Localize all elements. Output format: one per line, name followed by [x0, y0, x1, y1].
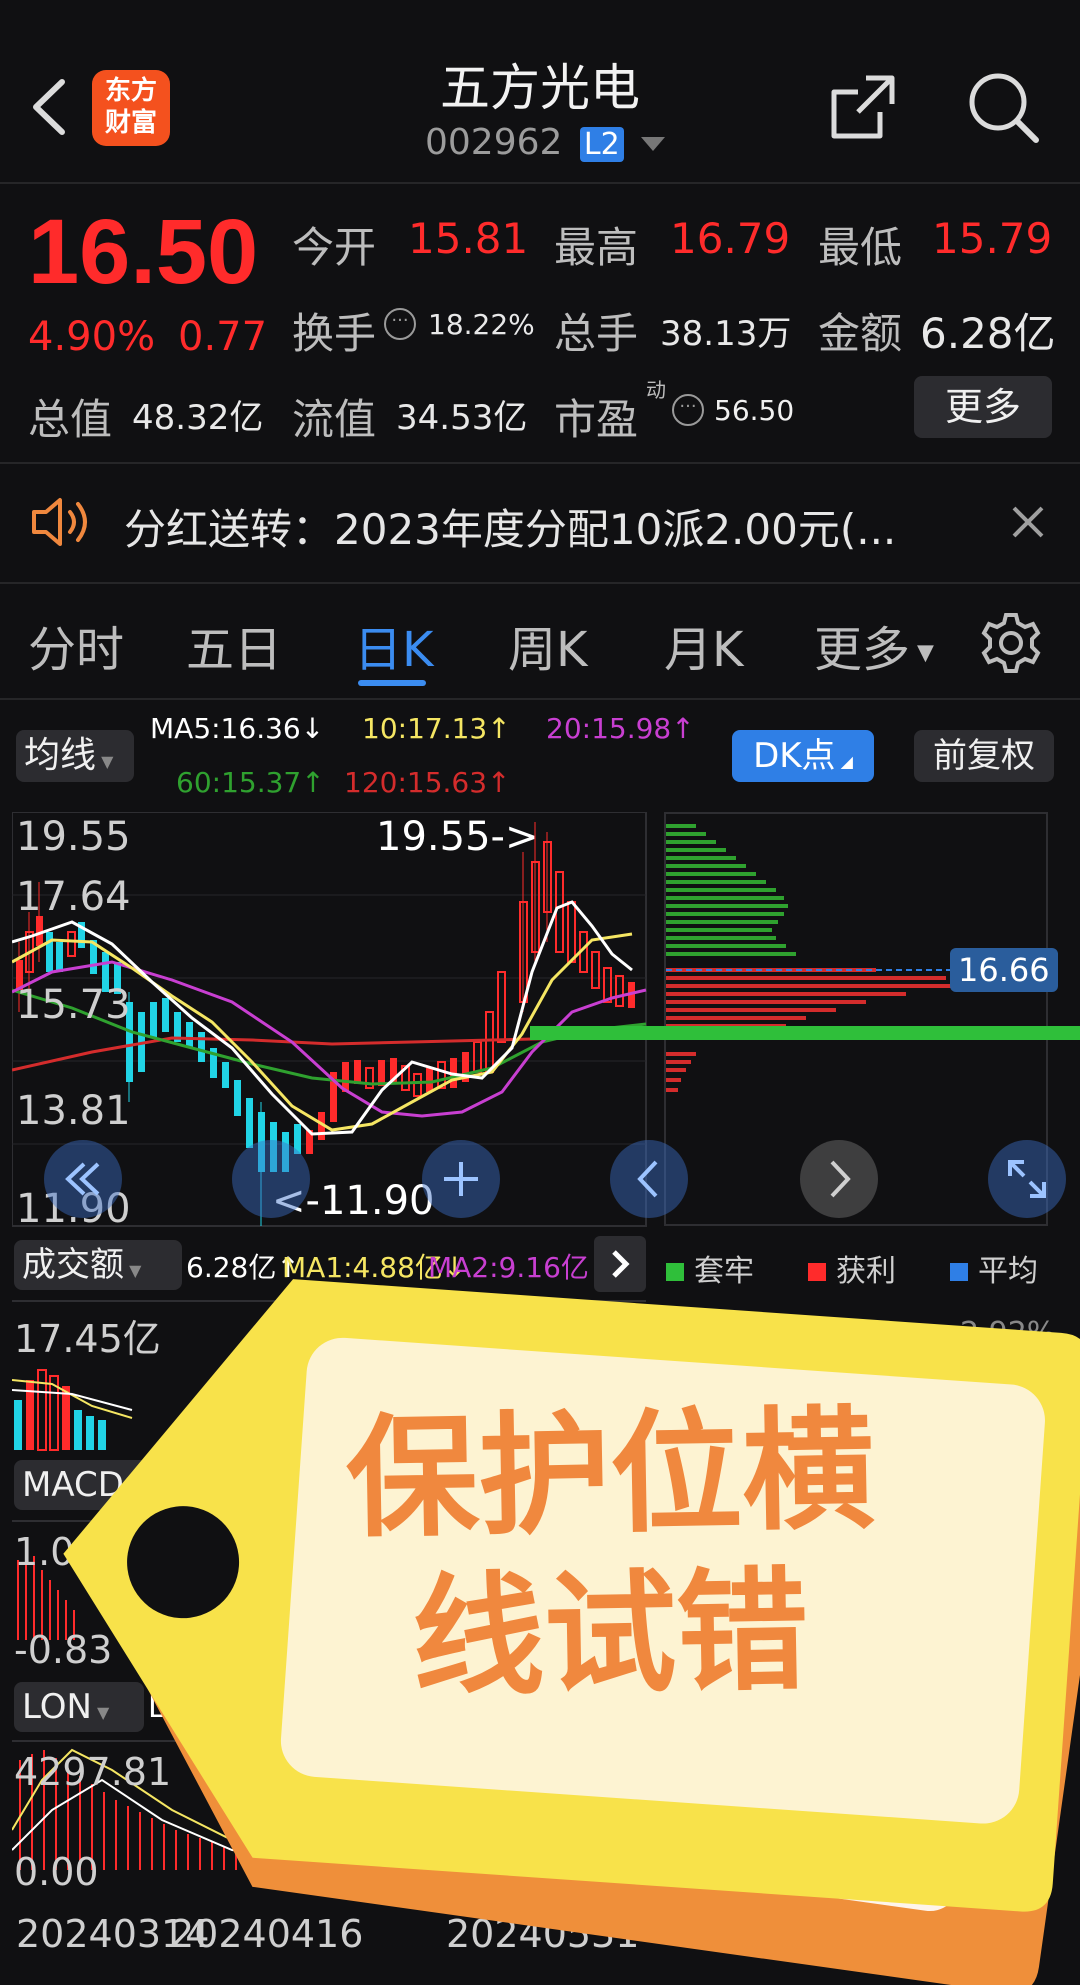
- pe-value: 56.50: [714, 394, 795, 427]
- change-percent: 4.90%: [28, 314, 156, 360]
- chevron-right-icon[interactable]: [800, 1140, 878, 1218]
- level-badge: L2: [579, 127, 624, 162]
- zoom-in-icon[interactable]: [422, 1140, 500, 1218]
- search-icon[interactable]: [966, 70, 1042, 146]
- tab-more[interactable]: 更多 ▼: [814, 610, 934, 680]
- high-label: 最高: [554, 223, 639, 272]
- support-line: [530, 1026, 1080, 1040]
- active-tab-indicator: [358, 680, 426, 686]
- more-button[interactable]: 更多: [914, 376, 1052, 438]
- indicator-select-label: 均线: [24, 735, 97, 776]
- last-price: 16.50: [28, 201, 259, 303]
- ma10-legend: 10:17.13↑: [362, 712, 511, 745]
- y-label-4: 13.81: [16, 1088, 131, 1134]
- float-cap-value: 34.53亿: [396, 398, 528, 438]
- amount-label: 金额: [818, 309, 903, 358]
- high-marker: 19.55->: [376, 814, 539, 860]
- ma60-legend: 60:15.37↑: [176, 766, 325, 799]
- float-cap-label: 流值: [292, 395, 377, 444]
- tab-daily-k[interactable]: 日K: [354, 610, 433, 680]
- ma20-legend: 20:15.98↑: [546, 712, 695, 745]
- info-dots-icon[interactable]: ···: [672, 394, 704, 426]
- high-value: 16.79: [670, 214, 791, 263]
- open-label: 今开: [292, 223, 377, 272]
- price-tag: 16.66: [950, 948, 1058, 992]
- app-logo: 东方 财富: [92, 70, 170, 146]
- change-amount: 0.77: [178, 314, 268, 360]
- speaker-icon: [30, 496, 92, 548]
- dk-point-button[interactable]: DK点 ◢: [732, 730, 874, 782]
- indicator-select[interactable]: 均线 ▼: [16, 730, 134, 782]
- chevron-left-icon[interactable]: [610, 1140, 688, 1218]
- back-arrow-icon[interactable]: [24, 72, 74, 142]
- price-adjust-button[interactable]: 前复权: [914, 730, 1054, 782]
- tab-intraday[interactable]: 分时: [28, 610, 124, 680]
- low-label: 最低: [818, 223, 903, 272]
- market-cap-value: 48.32亿: [132, 398, 264, 438]
- pe-superscript: 动: [646, 378, 666, 402]
- y-label-3: 15.73: [16, 982, 131, 1028]
- logo-line1: 东方: [104, 76, 157, 106]
- share-icon[interactable]: [828, 72, 898, 142]
- tab-weekly-k[interactable]: 周K: [508, 610, 587, 680]
- stock-code[interactable]: 002962 L2: [425, 122, 666, 168]
- turnover-value: 18.22%: [428, 308, 535, 341]
- info-dots-icon[interactable]: ···: [384, 308, 416, 340]
- tab-monthly-k[interactable]: 月K: [664, 610, 743, 680]
- tab-more-label: 更多: [814, 622, 911, 678]
- caret-down-icon: ▼: [96, 752, 114, 771]
- corner-triangle-icon: ◢: [835, 752, 853, 771]
- ma120-legend: 120:15.63↑: [344, 766, 511, 799]
- volume-label: 总手: [554, 309, 639, 358]
- gear-icon[interactable]: [978, 610, 1044, 676]
- pe-label: 市盈: [554, 395, 639, 444]
- volume-value: 38.13万: [660, 314, 792, 354]
- market-cap-label: 总值: [28, 395, 113, 444]
- turnover-label: 换手: [292, 309, 377, 358]
- dk-point-label: DK点: [753, 736, 836, 776]
- stock-code-text: 002962: [425, 122, 563, 163]
- expand-icon[interactable]: [988, 1140, 1066, 1218]
- tab-five-day[interactable]: 五日: [186, 610, 282, 680]
- amount-value: 6.28亿: [920, 309, 1056, 358]
- zoom-out-icon[interactable]: [232, 1140, 310, 1218]
- chevron-down-icon: [641, 137, 666, 151]
- close-icon[interactable]: [1008, 502, 1048, 542]
- logo-line2: 财富: [104, 108, 157, 138]
- caret-down-icon: ▼: [910, 640, 934, 666]
- open-value: 15.81: [408, 214, 529, 263]
- fast-rewind-icon[interactable]: [44, 1140, 122, 1218]
- low-value: 15.79: [932, 214, 1053, 263]
- ma5-legend: MA5:16.36↓: [150, 712, 325, 745]
- y-label-top: 19.55: [16, 814, 131, 860]
- y-label-2: 17.64: [16, 874, 131, 920]
- stock-name: 五方光电: [440, 59, 640, 117]
- dividend-notice[interactable]: 分红送转：2023年度分配10派2.00元(...: [124, 496, 896, 557]
- sticker-text-line2: 线试错: [410, 1554, 810, 1716]
